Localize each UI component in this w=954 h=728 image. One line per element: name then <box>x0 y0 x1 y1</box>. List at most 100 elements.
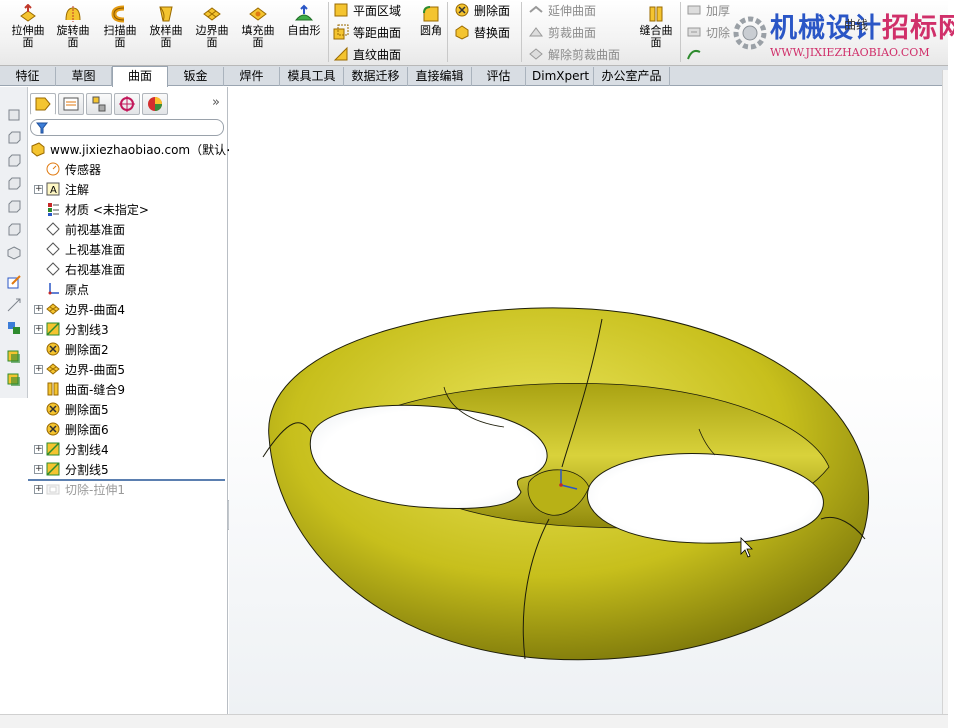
right-edge-scroll[interactable] <box>942 70 948 718</box>
tree-item[interactable]: 原点 <box>34 279 89 299</box>
revolved-surface-button[interactable]: 旋转曲面 <box>53 4 93 62</box>
tree-root-part[interactable]: www.jixiezhaobiao.com（默认< <box>30 139 236 159</box>
front-view-icon[interactable] <box>6 107 22 123</box>
sketch-icon[interactable] <box>6 274 22 290</box>
section-view-icon[interactable] <box>6 372 22 388</box>
rollback-bar[interactable] <box>28 479 225 481</box>
fillet-icon <box>423 6 439 22</box>
tree-item[interactable]: 前视基准面 <box>34 219 125 239</box>
tree-item[interactable]: + 边界-曲面5 <box>34 359 125 379</box>
trim-surface-button[interactable]: 剪裁曲面 <box>528 22 596 42</box>
tree-item[interactable]: + 切除-拉伸1 <box>34 479 125 499</box>
tab-sheet-metal[interactable]: 钣金 <box>168 67 224 86</box>
feature-tree-icon <box>35 97 51 111</box>
cut-extrude-icon <box>46 484 60 495</box>
knit-surface-icon <box>649 6 663 22</box>
filled-surface-label: 填充曲面 <box>241 24 275 49</box>
tab-office-products[interactable]: 办公室产品 <box>594 67 670 86</box>
untrim-surface-button[interactable]: 解除剪裁曲面 <box>528 44 620 64</box>
graphics-area[interactable] <box>229 87 942 714</box>
tab-direct-editing[interactable]: 直接编辑 <box>408 67 472 86</box>
filled-surface-button[interactable]: 填充曲面 <box>238 4 278 62</box>
tree-item[interactable]: 右视基准面 <box>34 259 125 279</box>
swept-surface-button[interactable]: 扫描曲面 <box>100 4 140 62</box>
expand-toggle-icon[interactable]: + <box>34 484 43 494</box>
tab-dimxpert[interactable]: DimXpert <box>526 67 594 86</box>
plane-icon <box>46 242 60 256</box>
planar-surface-button[interactable]: 平面区域 <box>333 0 401 20</box>
tree-item[interactable]: + 分割线4 <box>34 439 109 459</box>
feature-filter-input[interactable] <box>30 119 224 136</box>
expand-toggle-icon[interactable]: + <box>34 464 43 474</box>
tab-surfaces[interactable]: 曲面 <box>112 66 168 87</box>
lofted-surface-label: 放样曲面 <box>149 24 183 49</box>
curves-label: 曲线 <box>844 18 869 32</box>
tab-dimxpert-manager[interactable] <box>114 93 140 115</box>
lofted-surface-button[interactable]: 放样曲面 <box>146 4 186 62</box>
offset-surface-button[interactable]: 等距曲面 <box>333 22 401 42</box>
tab-mold-tools[interactable]: 模具工具 <box>280 67 344 86</box>
expand-toggle-icon[interactable]: + <box>34 364 43 374</box>
tree-item[interactable]: 传感器 <box>34 159 101 179</box>
tab-feature-tree[interactable] <box>30 93 56 115</box>
tree-item[interactable]: 删除面2 <box>34 339 109 359</box>
command-manager-tabs: 特征 草图 曲面 钣金 焊件 模具工具 数据迁移 直接编辑 评估 DimXper… <box>0 66 948 87</box>
expand-panel-icon[interactable]: » <box>212 95 220 110</box>
knit-surface-button[interactable]: 缝合曲面 <box>636 4 676 62</box>
tree-item[interactable]: + A 注解 <box>34 179 89 199</box>
back-view-icon[interactable] <box>6 130 22 146</box>
3d-model-view[interactable] <box>229 87 942 714</box>
expand-toggle-icon[interactable]: + <box>34 304 43 314</box>
sensor-icon <box>46 162 60 176</box>
tab-display-manager[interactable] <box>142 93 168 115</box>
tab-property-manager[interactable] <box>58 93 84 115</box>
extend-surface-button[interactable]: 延伸曲面 <box>528 0 596 20</box>
expand-toggle-icon[interactable]: + <box>34 444 43 454</box>
delete-face-button[interactable]: 删除面 <box>454 0 510 20</box>
tree-item-label: 分割线4 <box>65 442 109 457</box>
material-icon <box>48 203 59 216</box>
boundary-surface-icon <box>46 363 60 375</box>
ruled-surface-button[interactable]: 直纹曲面 <box>333 44 401 64</box>
boundary-surface-icon <box>203 7 221 21</box>
isometric-view-icon[interactable] <box>6 245 22 261</box>
tree-item[interactable]: 上视基准面 <box>34 239 125 259</box>
tree-item[interactable]: + 分割线5 <box>34 459 109 479</box>
tree-item[interactable]: + 边界-曲面4 <box>34 299 125 319</box>
expand-toggle-icon[interactable]: + <box>34 324 43 334</box>
fillet-button[interactable]: 圆角 <box>411 4 451 62</box>
smart-dimension-icon[interactable] <box>6 297 22 313</box>
trim-surface-icon <box>529 27 543 37</box>
left-view-icon[interactable] <box>6 153 22 169</box>
freeform-button[interactable]: 自由形 <box>284 4 324 62</box>
tab-configuration-manager[interactable] <box>86 93 112 115</box>
tree-item-label: 边界-曲面5 <box>65 362 125 377</box>
display-style-icon[interactable] <box>6 349 22 365</box>
tab-data-migration[interactable]: 数据迁移 <box>344 67 408 86</box>
tab-sketch[interactable]: 草图 <box>56 67 112 86</box>
expand-toggle-icon[interactable]: + <box>34 184 43 194</box>
curves-button[interactable] <box>686 44 706 64</box>
boundary-surface-button[interactable]: 边界曲面 <box>192 4 232 62</box>
thicken-cut-button[interactable]: 切除 <box>686 22 730 42</box>
tree-item-label: 原点 <box>65 282 90 297</box>
replace-face-button[interactable]: 替换面 <box>454 22 510 42</box>
top-view-icon[interactable] <box>6 199 22 215</box>
tab-weldments[interactable]: 焊件 <box>224 67 280 86</box>
thicken-button[interactable]: 加厚 <box>686 0 730 20</box>
right-view-icon[interactable] <box>6 176 22 192</box>
tree-item[interactable]: 删除面5 <box>34 399 109 419</box>
relations-icon[interactable] <box>6 320 22 336</box>
tree-item-label: 上视基准面 <box>65 242 126 257</box>
tree-item[interactable]: 材质 <未指定> <box>34 199 149 219</box>
tab-evaluate[interactable]: 评估 <box>472 67 526 86</box>
tree-item[interactable]: + 分割线3 <box>34 319 109 339</box>
bottom-view-icon[interactable] <box>6 222 22 238</box>
tree-item[interactable]: 删除面6 <box>34 419 109 439</box>
tab-features[interactable]: 特征 <box>0 67 56 86</box>
extruded-surface-button[interactable]: 拉伸曲面 <box>8 4 48 62</box>
ribbon-separator <box>680 2 681 62</box>
property-manager-icon <box>63 97 79 111</box>
tree-item[interactable]: 曲面-缝合9 <box>34 379 125 399</box>
delete-face-label: 删除面 <box>474 3 511 18</box>
